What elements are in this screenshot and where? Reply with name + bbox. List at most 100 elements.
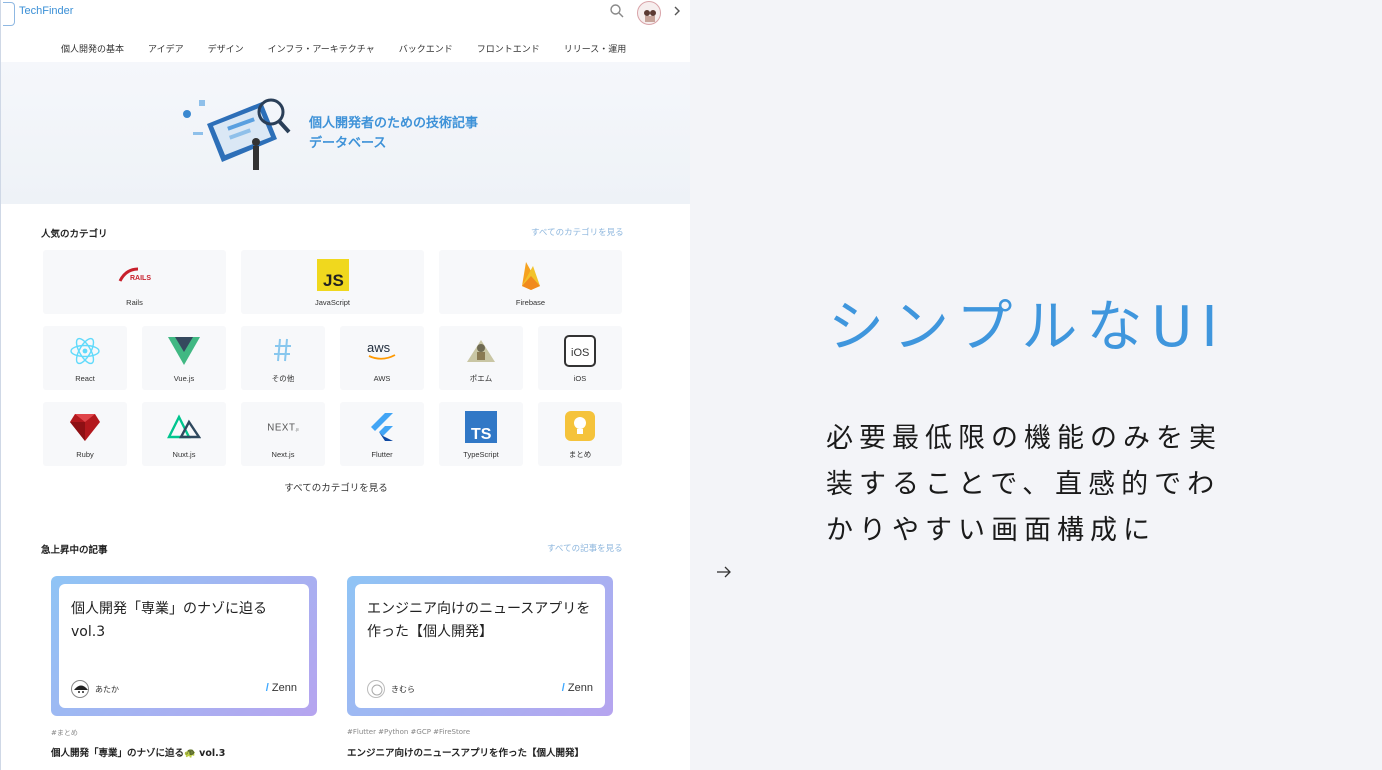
category-nav: 個人開発の基本 アイデア デザイン インフラ・アーキテクチャ バックエンド フロ… xyxy=(1,38,690,58)
category-card-javascript[interactable]: JS JavaScript xyxy=(241,250,424,314)
category-card-vue[interactable]: Vue.js xyxy=(142,326,226,390)
typescript-icon: TS xyxy=(464,410,498,444)
article-caption-1[interactable]: 個人開発「専業」のナゾに迫る🐢 vol.3 xyxy=(51,745,225,759)
javascript-icon: JS xyxy=(316,258,350,292)
category-card-nuxt[interactable]: Nuxt.js xyxy=(142,402,226,466)
category-label: Flutter xyxy=(371,449,393,459)
article-caption-2[interactable]: エンジニア向けのニュースアプリを作った【個人開発】 xyxy=(347,745,584,759)
see-all-articles-link[interactable]: すべての記事を見る xyxy=(547,542,623,554)
nav-item-frontend[interactable]: フロントエンド xyxy=(477,42,540,55)
rising-articles-title: 急上昇中の記事 xyxy=(41,545,108,556)
hero-illustration xyxy=(183,98,291,170)
category-label: Next.js xyxy=(271,449,295,459)
article-card-2[interactable]: エンジニア向けのニュースアプリを作った【個人開発】 きむら / Zenn xyxy=(347,576,613,716)
hero-title-line1: 個人開発者のための技術記事 xyxy=(309,116,479,131)
popular-categories-title: 人気のカテゴリ xyxy=(41,229,108,240)
author-face-icon xyxy=(74,685,88,693)
author-face-icon xyxy=(371,684,383,696)
avatar-icon xyxy=(644,10,656,22)
category-label: AWS xyxy=(373,373,391,383)
slide-body-text: 必要最低限の機能のみを実装することで、直感的でわかりやすい画面構成に xyxy=(826,423,1222,546)
aws-icon: aws xyxy=(365,334,399,368)
svg-text:TS: TS xyxy=(471,426,492,443)
category-label: まとめ xyxy=(568,449,592,459)
hero-title-line2: データベース xyxy=(309,136,387,151)
category-card-ruby[interactable]: Ruby xyxy=(43,402,127,466)
category-label: TypeScript xyxy=(463,449,499,459)
article-author: きむら xyxy=(391,685,415,694)
ios-icon: iOS xyxy=(563,334,597,368)
nav-item-basics[interactable]: 個人開発の基本 xyxy=(61,42,124,55)
author-avatar xyxy=(71,680,89,698)
zenn-logo: / Zenn xyxy=(562,682,593,694)
all-categories-button[interactable]: すべてのカテゴリを見る xyxy=(241,480,431,498)
category-card-aws[interactable]: aws AWS xyxy=(340,326,424,390)
article-card-inner: 個人開発「専業」のナゾに迫る vol.3 あたか / Zenn xyxy=(59,584,309,708)
hero-banner: 個人開発者のための技術記事 データベース xyxy=(1,62,690,204)
svg-text:aws: aws xyxy=(367,340,391,355)
see-all-categories-link[interactable]: すべてのカテゴリを見る xyxy=(531,226,624,238)
article-card-1[interactable]: 個人開発「専業」のナゾに迫る vol.3 あたか / Zenn xyxy=(51,576,317,716)
category-card-typescript[interactable]: TS TypeScript xyxy=(439,402,523,466)
slide-headline: シンプルなUI xyxy=(828,295,1227,360)
arrow-right-icon xyxy=(717,566,731,578)
category-label: Firebase xyxy=(515,297,546,307)
category-label: React xyxy=(75,373,95,383)
nav-item-backend[interactable]: バックエンド xyxy=(399,42,453,55)
category-label: JavaScript xyxy=(314,297,350,307)
article-tags-2[interactable]: #Flutter #Python #GCP #FireStore xyxy=(347,728,470,736)
article-author: あたか xyxy=(95,685,119,694)
category-card-ios[interactable]: iOS iOS xyxy=(538,326,622,390)
category-card-firebase[interactable]: Firebase xyxy=(439,250,622,314)
svg-text:iOS: iOS xyxy=(571,347,589,359)
article-tags-1[interactable]: #まとめ xyxy=(51,728,78,738)
svg-text:RAILS: RAILS xyxy=(130,275,151,282)
category-label: Vue.js xyxy=(173,373,195,383)
category-label: Nuxt.js xyxy=(172,449,196,459)
lightbulb-icon xyxy=(563,409,597,443)
category-label: iOS xyxy=(573,373,587,383)
article-card-inner: エンジニア向けのニュースアプリを作った【個人開発】 きむら / Zenn xyxy=(355,584,605,708)
author-avatar xyxy=(367,680,385,698)
ruby-icon xyxy=(68,410,102,444)
category-card-flutter[interactable]: Flutter xyxy=(340,402,424,466)
nuxt-icon xyxy=(167,410,201,444)
category-label: Rails xyxy=(126,297,143,307)
article-card-title: エンジニア向けのニュースアプリを作った【個人開発】 xyxy=(367,601,591,640)
user-avatar[interactable] xyxy=(637,1,661,25)
hero-title: 個人開発者のための技術記事 データベース xyxy=(309,114,478,154)
category-card-react[interactable]: React xyxy=(43,326,127,390)
category-card-rails[interactable]: RAILS Rails xyxy=(43,250,226,314)
category-card-poem[interactable]: ポエム xyxy=(439,326,523,390)
article-card-title: 個人開発「専業」のナゾに迫る vol.3 xyxy=(71,601,267,640)
nav-item-infra[interactable]: インフラ・アーキテクチャ xyxy=(268,42,375,55)
zenn-logo: / Zenn xyxy=(266,682,297,694)
logo-mark-icon xyxy=(3,2,15,26)
rails-icon: RAILS xyxy=(118,258,152,292)
hashtag-icon xyxy=(266,333,300,367)
app-logo[interactable]: TechFinder xyxy=(19,5,73,17)
app-screenshot: TechFinder 個人開発の基本 アイデア デザイン インフラ・アーキテクチ… xyxy=(0,0,690,770)
nav-item-release[interactable]: リリース・運用 xyxy=(564,42,627,55)
flutter-icon xyxy=(365,410,399,444)
category-label: Ruby xyxy=(76,449,94,459)
category-card-summary[interactable]: まとめ xyxy=(538,402,622,466)
next-icon: NEXT .js xyxy=(266,410,300,444)
react-icon xyxy=(68,334,102,368)
category-label: その他 xyxy=(271,373,295,383)
category-label: ポエム xyxy=(469,373,493,383)
svg-text:JS: JS xyxy=(323,271,344,290)
zenn-platform-label: Zenn xyxy=(271,682,297,694)
category-card-other[interactable]: その他 xyxy=(241,326,325,390)
zenn-platform-label: Zenn xyxy=(567,682,593,694)
vue-icon xyxy=(167,334,201,368)
search-icon[interactable] xyxy=(609,3,625,19)
category-card-next[interactable]: NEXT .js Next.js xyxy=(241,402,325,466)
top-bar: TechFinder xyxy=(1,0,690,26)
chevron-right-icon[interactable] xyxy=(671,4,683,18)
nav-item-design[interactable]: デザイン xyxy=(208,42,244,55)
nav-item-idea[interactable]: アイデア xyxy=(148,42,184,55)
svg-text:NEXT: NEXT xyxy=(267,422,295,433)
svg-text:.js: .js xyxy=(295,427,299,431)
poem-icon xyxy=(464,333,498,367)
